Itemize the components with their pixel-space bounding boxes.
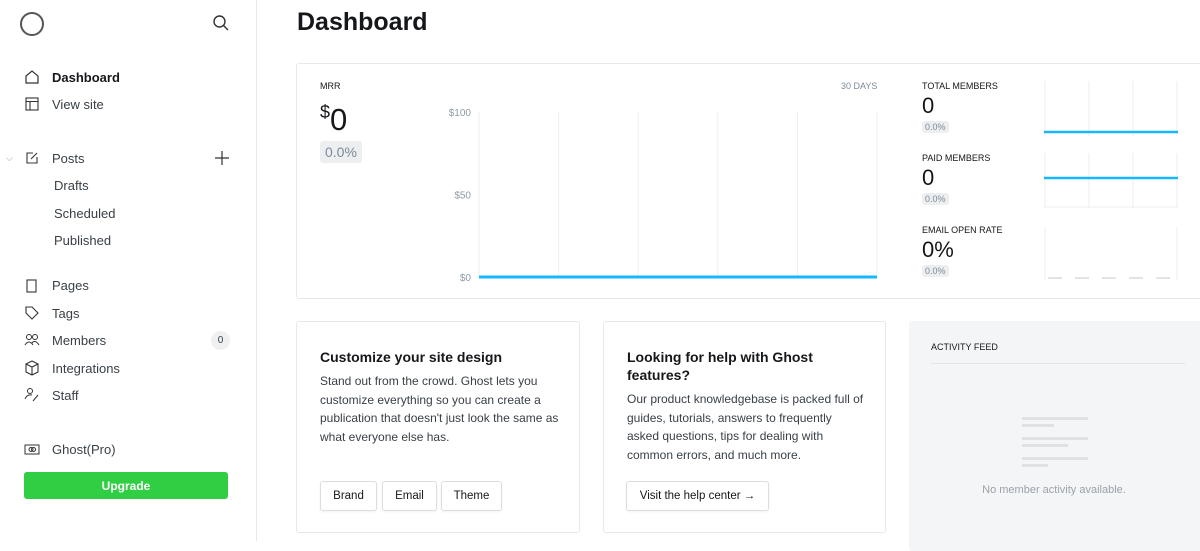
mrr-label: MRR [320, 81, 341, 91]
site-logo[interactable] [20, 12, 44, 36]
customize-title: Customize your site design [320, 349, 503, 365]
sidebar-item-label: Staff [52, 387, 79, 403]
sidebar-item-label: Drafts [54, 177, 89, 193]
divider [931, 363, 1185, 364]
stat-label: PAID MEMBERS [922, 153, 991, 163]
sidebar-item-published[interactable]: Published [0, 227, 257, 253]
search-icon[interactable] [212, 14, 230, 32]
stat-sparkline [1044, 81, 1178, 136]
sidebar-item-drafts[interactable]: Drafts [0, 172, 257, 198]
sidebar-item-integrations[interactable]: Integrations [0, 355, 257, 381]
customize-body: Stand out from the crowd. Ghost lets you… [320, 374, 559, 444]
sidebar-item-posts[interactable]: ⌵ Posts [0, 145, 257, 171]
brand-button[interactable]: Brand [320, 481, 377, 511]
empty-list-icon [1022, 417, 1090, 469]
sidebar-item-label: Posts [52, 150, 85, 166]
sidebar-item-ghost-pro[interactable]: Ghost(Pro) [0, 436, 257, 462]
help-body: Our product knowledgebase is packed full… [627, 392, 864, 462]
plus-icon[interactable] [214, 150, 230, 166]
stat-label: EMAIL OPEN RATE [922, 225, 1003, 235]
tag-icon [24, 305, 40, 321]
help-card: Looking for help with Ghost features? Ou… [603, 321, 886, 533]
members-count-badge: 0 [211, 330, 230, 350]
sidebar-item-label: Tags [52, 305, 80, 321]
stat-change-badge: 0.0% [922, 193, 949, 205]
stat-value: 0 [922, 93, 935, 118]
chevron-down-icon[interactable]: ⌵ [6, 153, 13, 164]
theme-button[interactable]: Theme [441, 481, 502, 511]
stat-value: 0% [922, 237, 954, 262]
sidebar-item-label: Dashboard [52, 69, 120, 85]
customize-card: Customize your site design Stand out fro… [296, 321, 580, 533]
members-icon [24, 332, 40, 348]
sidebar-item-label: Members [52, 332, 107, 348]
layout-icon [24, 96, 40, 112]
stat-value: 0 [922, 165, 935, 190]
stat-change-badge: 0.0% [922, 265, 949, 277]
sidebar-item-label: Ghost(Pro) [52, 441, 116, 457]
y-tick-label: $100 [449, 108, 472, 119]
range-label[interactable]: 30 DAYS [841, 81, 877, 91]
home-icon [24, 69, 40, 85]
help-title: Looking for help with Ghost features? [627, 349, 813, 383]
stat-change-badge: 0.0% [922, 121, 949, 133]
mrr-chart: $100 $50 $0 [437, 102, 887, 287]
sidebar-item-staff[interactable]: Staff [0, 382, 257, 408]
sidebar-item-pages[interactable]: Pages [0, 272, 257, 298]
page-icon [24, 277, 40, 293]
sidebar-item-label: Integrations [52, 360, 120, 376]
ghost-pro-icon [24, 441, 40, 457]
stat-sparkline [1044, 153, 1178, 208]
help-center-button[interactable]: Visit the help center → [626, 481, 769, 511]
y-tick-label: $50 [454, 191, 471, 202]
staff-icon [24, 387, 40, 403]
stats-card: MRR 30 DAYS $0 0.0% $100 $50 $0 TOTAL MEMB… [296, 63, 1200, 299]
sidebar-item-members[interactable]: Members 0 [0, 327, 257, 353]
upgrade-button[interactable]: Upgrade [24, 472, 228, 499]
sidebar-item-tags[interactable]: Tags [0, 300, 257, 326]
stat-label: TOTAL MEMBERS [922, 81, 998, 91]
sidebar: Dashboard View site ⌵ Posts Drafts Schedu… [0, 0, 257, 541]
sidebar-item-view-site[interactable]: View site [0, 91, 257, 117]
sidebar-item-scheduled[interactable]: Scheduled [0, 200, 257, 226]
sidebar-item-label: Published [54, 232, 112, 248]
page-title: Dashboard [297, 8, 428, 36]
feed-empty-text: No member activity available. [982, 484, 1126, 496]
feed-title: ACTIVITY FEED [931, 342, 998, 352]
sidebar-item-label: Scheduled [54, 205, 116, 221]
activity-feed: ACTIVITY FEED No member activity availab… [909, 321, 1200, 551]
mrr-value: $0 [320, 102, 348, 137]
cube-icon [24, 360, 40, 376]
sidebar-item-label: View site [52, 96, 104, 112]
email-button[interactable]: Email [382, 481, 437, 511]
sidebar-item-label: Pages [52, 277, 89, 293]
stat-sparkline [1044, 225, 1178, 280]
sidebar-item-dashboard[interactable]: Dashboard [0, 64, 257, 90]
mrr-change-badge: 0.0% [320, 141, 362, 163]
edit-icon [24, 150, 40, 166]
y-tick-label: $0 [460, 273, 472, 284]
